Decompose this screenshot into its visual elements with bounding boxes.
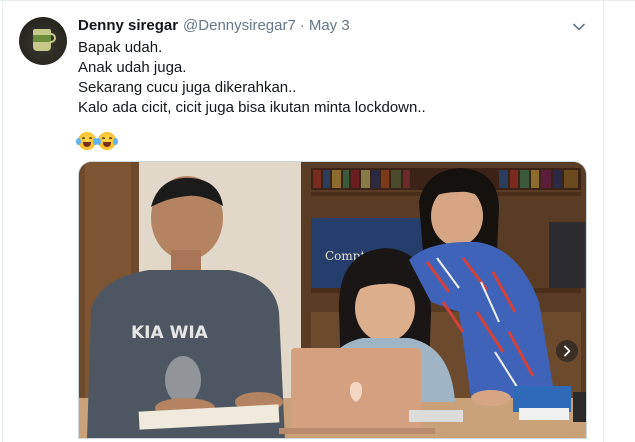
tweet-photo[interactable]: Compton KIA WIA bbox=[78, 161, 587, 439]
header-separator: · bbox=[299, 17, 305, 34]
photo-shirt-text: KIA WIA bbox=[131, 323, 209, 343]
top-divider bbox=[0, 0, 635, 1]
face-with-tears-of-joy-icon bbox=[76, 132, 98, 150]
chevron-right-icon bbox=[564, 345, 571, 357]
tweet-line: Sekarang cucu juga dikerahkan.. bbox=[78, 79, 297, 96]
tweet-date[interactable]: May 3 bbox=[309, 17, 350, 34]
next-photo-button[interactable] bbox=[556, 340, 578, 362]
tweet-line: Kalo ada cicit, cicit juga bisa ikutan m… bbox=[78, 99, 426, 116]
face-with-tears-of-joy-icon bbox=[96, 132, 118, 150]
timeline-border-right bbox=[603, 0, 604, 442]
photo-scene: Compton KIA WIA bbox=[79, 162, 586, 438]
avatar[interactable] bbox=[19, 17, 67, 65]
timeline-border-left bbox=[2, 0, 3, 442]
display-name[interactable]: Denny siregar bbox=[78, 17, 178, 34]
chevron-down-icon[interactable] bbox=[571, 19, 587, 35]
tweet-line: Bapak udah. bbox=[78, 39, 163, 56]
emoji-line bbox=[76, 132, 118, 150]
tweet-text: Bapak udah. Anak udah juga. Sekarang cuc… bbox=[78, 38, 598, 118]
user-handle[interactable]: @Dennysiregar7 bbox=[183, 17, 296, 34]
tweet-header: Denny siregar @Dennysiregar7 · May 3 bbox=[78, 17, 350, 37]
tweet-line: Anak udah juga. bbox=[78, 59, 187, 76]
